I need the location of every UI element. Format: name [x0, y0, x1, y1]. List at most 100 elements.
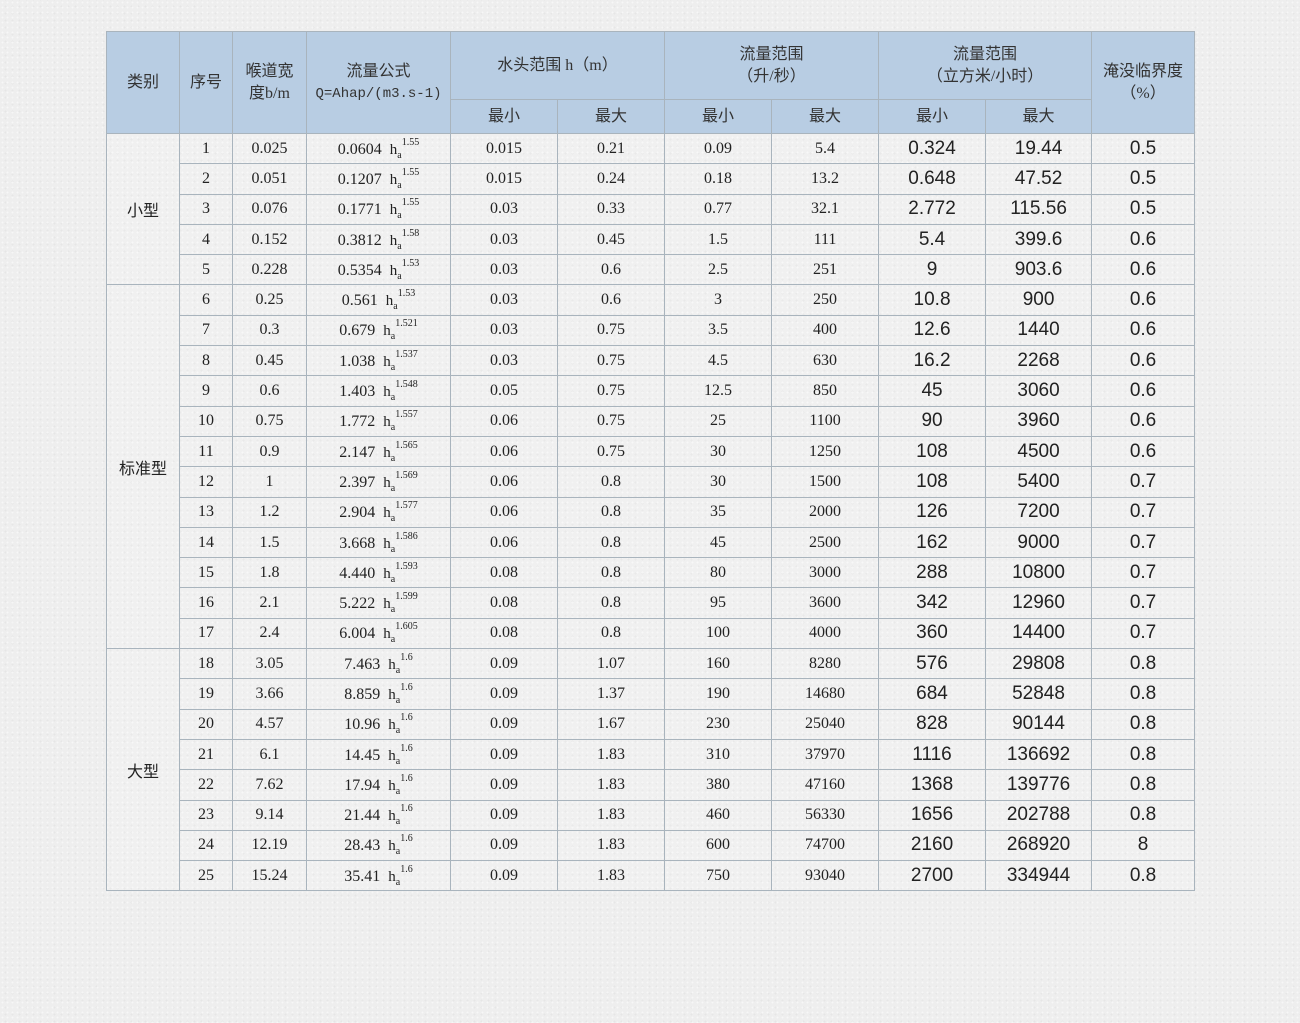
header-flow-m3h-unit: （立方米/小时）	[926, 67, 1044, 85]
flow-m3h-max-cell: 52848	[985, 678, 1093, 710]
flow-ls-min-cell: 100	[664, 617, 773, 650]
throat-width-cell: 0.025	[232, 132, 307, 165]
table-row: 8 0.45 1.038 ha1.537 0.03 0.75 4.5 630 16.2 2268…	[107, 345, 1196, 377]
flow-m3h-min-cell: 5.4	[878, 223, 987, 256]
formula-exponent: 1.569	[395, 469, 418, 481]
formula-cell: 2.397 ha1.569	[306, 466, 451, 498]
formula-subscript: a	[395, 846, 401, 858]
throat-width-cell: 0.152	[232, 223, 307, 256]
submergence-cell: 0.7	[1091, 496, 1196, 528]
flow-ls-max-cell: 5.4	[771, 132, 880, 165]
seq-cell: 4	[179, 223, 233, 256]
submergence-cell: 0.8	[1091, 860, 1196, 892]
flow-m3h-min-cell: 342	[878, 587, 987, 619]
table-row: 5 0.228 0.5354 ha1.53 0.03 0.6 2.5 251 9 903.6 0.…	[107, 254, 1196, 286]
head-min-cell: 0.03	[450, 345, 558, 377]
flow-ls-max-cell: 3600	[771, 587, 880, 619]
head-max-cell: 0.6	[556, 254, 666, 286]
formula-subscript: a	[390, 392, 396, 404]
flow-m3h-min-cell: 126	[878, 496, 987, 528]
throat-width-cell: 6.1	[232, 738, 307, 771]
formula-subscript: a	[390, 573, 396, 585]
flow-ls-min-cell: 3	[664, 284, 773, 316]
flow-m3h-max-cell: 19.44	[985, 132, 1093, 165]
flow-ls-max-cell: 2000	[771, 496, 880, 528]
formula-exponent: 1.6	[400, 772, 413, 784]
formula-coefficient: 0.3812	[337, 231, 382, 249]
table-row: 11 0.9 2.147 ha1.565 0.06 0.75 30 1250 108 4500 0…	[107, 435, 1196, 468]
formula-coefficient: 5.222	[339, 595, 376, 613]
formula-subscript: a	[397, 179, 402, 191]
formula-subscript: a	[390, 543, 396, 555]
formula-coefficient: 0.561	[341, 292, 378, 310]
head-min-cell: 0.06	[450, 496, 558, 528]
flow-ls-max-cell: 32.1	[771, 193, 880, 225]
throat-width-cell: 1.5	[232, 526, 307, 559]
submergence-cell: 0.6	[1091, 314, 1196, 347]
throat-width-cell: 12.19	[232, 829, 307, 862]
flow-m3h-min-cell: 0.648	[878, 163, 987, 195]
flow-ls-min-cell: 600	[664, 829, 773, 862]
formula-coefficient: 3.668	[339, 534, 376, 552]
formula-symbol: h	[383, 505, 391, 522]
flow-m3h-max-cell: 136692	[985, 738, 1093, 771]
flow-ls-min-cell: 0.77	[664, 193, 773, 225]
head-max-cell: 0.8	[556, 526, 666, 559]
formula-coefficient: 17.94	[344, 776, 381, 794]
header-formula: 流量公式 Q=Ahap/(m3.s-1)	[306, 31, 451, 134]
formula-coefficient: 2.397	[339, 473, 376, 491]
formula-cell: 1.403 ha1.548	[306, 375, 451, 407]
seq-cell: 7	[179, 314, 233, 347]
flow-ls-max-cell: 74700	[771, 829, 880, 862]
head-max-cell: 0.8	[556, 617, 666, 650]
seq-cell: 9	[179, 375, 233, 407]
head-min-cell: 0.09	[450, 648, 558, 680]
header-head-max: 最大	[556, 99, 666, 134]
formula-coefficient: 28.43	[344, 837, 381, 855]
flow-m3h-min-cell: 12.6	[878, 314, 987, 347]
formula-exponent: 1.6	[400, 681, 413, 693]
table-body: 小型 1 0.025 0.0604 ha1.55 0.015 0.21 0.09 5.4 0.3…	[106, 132, 1196, 892]
formula-coefficient: 0.1207	[337, 170, 382, 188]
submergence-cell: 0.7	[1091, 557, 1196, 589]
table-row: 19 3.66 8.859 ha1.6 0.09 1.37 190 14680 684 5284…	[107, 678, 1196, 710]
formula-exponent: 1.605	[395, 621, 418, 633]
throat-width-cell: 4.57	[232, 708, 307, 740]
formula-cell: 0.5354 ha1.53	[306, 254, 451, 286]
flow-m3h-max-cell: 115.56	[985, 193, 1093, 225]
formula-cell: 17.94 ha1.6	[306, 769, 451, 801]
formula-coefficient: 0.5354	[337, 261, 382, 279]
formula-cell: 3.668 ha1.586	[306, 526, 451, 559]
head-max-cell: 1.83	[556, 799, 666, 831]
formula-subscript: a	[390, 513, 396, 525]
flow-ls-min-cell: 460	[664, 799, 773, 831]
head-max-cell: 0.75	[556, 314, 666, 347]
seq-cell: 16	[179, 587, 233, 619]
flow-ls-min-cell: 30	[664, 466, 773, 498]
flow-m3h-max-cell: 4500	[985, 435, 1093, 468]
head-min-cell: 0.03	[450, 254, 558, 286]
flume-spec-table: 类别 序号 喉道宽度b/m 流量公式 Q=Ahap/(m3.s-1) 水头范围 …	[106, 31, 1196, 892]
formula-symbol: h	[388, 686, 396, 703]
head-max-cell: 0.75	[556, 435, 666, 468]
flow-m3h-max-cell: 7200	[985, 496, 1093, 528]
seq-cell: 11	[179, 435, 233, 468]
head-min-cell: 0.03	[450, 193, 558, 225]
category-cell: 小型	[106, 132, 180, 286]
formula-exponent: 1.53	[401, 257, 420, 269]
head-max-cell: 0.24	[556, 163, 666, 195]
head-min-cell: 0.09	[450, 799, 558, 831]
throat-width-cell: 2.1	[232, 587, 307, 619]
flow-ls-min-cell: 3.5	[664, 314, 773, 347]
flow-m3h-max-cell: 47.52	[985, 163, 1093, 195]
header-formula-title: 流量公式	[346, 62, 411, 80]
formula-symbol: h	[388, 838, 396, 855]
formula-cell: 7.463 ha1.6	[306, 648, 451, 680]
flow-ls-min-cell: 310	[664, 738, 773, 771]
head-max-cell: 0.75	[556, 405, 666, 437]
head-min-cell: 0.08	[450, 557, 558, 589]
head-min-cell: 0.06	[450, 405, 558, 437]
head-min-cell: 0.015	[450, 163, 558, 195]
head-max-cell: 1.83	[556, 738, 666, 771]
header-flow-range-ls: 流量范围 （升/秒）	[664, 31, 880, 100]
